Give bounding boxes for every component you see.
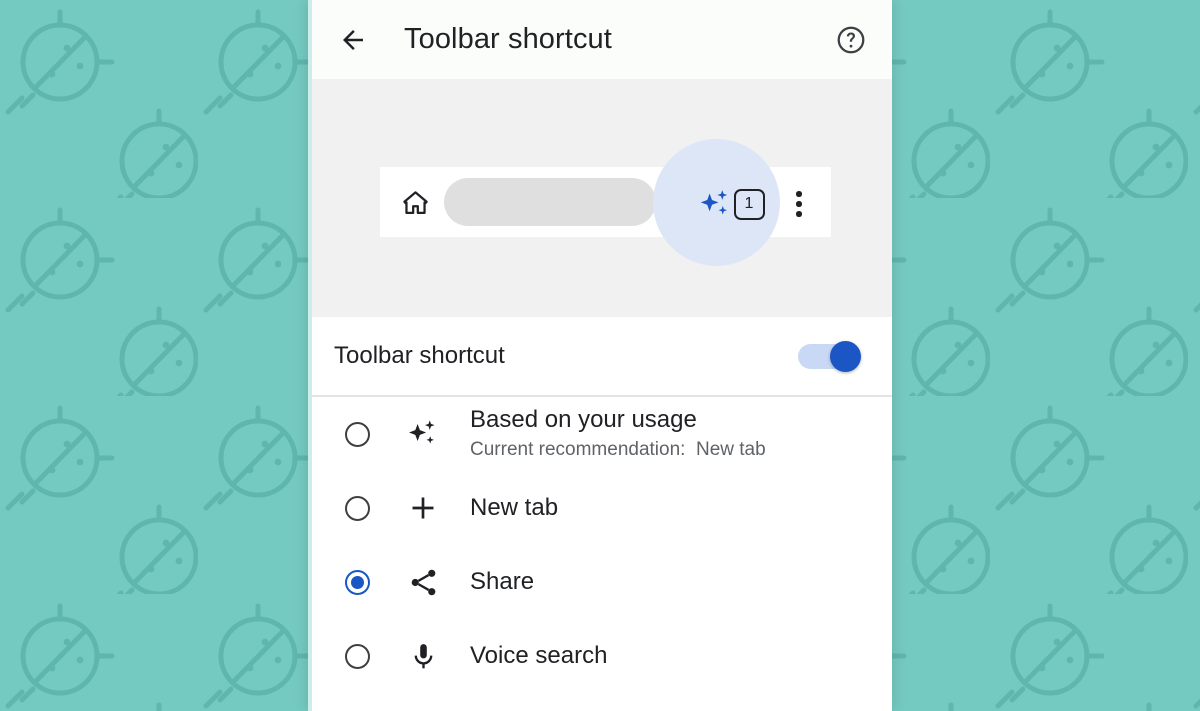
- shortcut-options-list: Based on your usage Current recommendati…: [312, 397, 892, 693]
- radio-button-based-on-usage[interactable]: [341, 418, 373, 450]
- option-row-share[interactable]: Share: [312, 545, 892, 619]
- sparkle-icon: [409, 420, 435, 444]
- radio-button-voice-search[interactable]: [341, 640, 373, 672]
- radio-outer: [344, 569, 370, 595]
- option-title: Voice search: [470, 642, 608, 670]
- toolbar-shortcut-toggle-row[interactable]: Toolbar shortcut: [312, 317, 892, 395]
- phone-screenshot-panel: Toolbar shortcut 1 Toolbar shortcut Base…: [308, 0, 892, 711]
- microphone-icon: [414, 643, 432, 668]
- option-subtitle: Current recommendation: New tab: [470, 438, 766, 460]
- radio-inner: [351, 428, 364, 441]
- radio-inner: [351, 502, 364, 515]
- toolbar-preview-area: 1: [312, 79, 892, 317]
- option-icon-wrapper: [405, 490, 441, 526]
- toolbar-shortcut-toggle-label: Toolbar shortcut: [334, 342, 505, 369]
- option-row-voice-search[interactable]: Voice search: [312, 619, 892, 693]
- help-button[interactable]: [830, 19, 872, 61]
- help-circle-icon: [837, 26, 865, 53]
- radio-inner: [351, 650, 364, 663]
- option-row-new-tab[interactable]: New tab: [312, 471, 892, 545]
- plus-icon: [412, 497, 434, 519]
- option-icon-wrapper: [405, 416, 441, 452]
- url-bar-placeholder[interactable]: [444, 178, 656, 226]
- home-icon: [402, 190, 428, 214]
- toolbar-preview-card: 1: [380, 139, 831, 266]
- toolbar-shortcut-toggle-switch[interactable]: [798, 341, 861, 372]
- toggle-thumb: [830, 341, 861, 372]
- tab-counter[interactable]: 1: [730, 185, 768, 223]
- more-vertical-icon[interactable]: [782, 185, 816, 223]
- menu-dot: [796, 211, 802, 217]
- app-bar: Toolbar shortcut: [312, 0, 892, 79]
- menu-dot: [796, 201, 802, 207]
- share-icon: [411, 569, 435, 595]
- radio-button-share[interactable]: [341, 566, 373, 598]
- option-title: Share: [470, 568, 535, 596]
- screenshot-root: Toolbar shortcut 1 Toolbar shortcut Base…: [0, 0, 1200, 711]
- sparkle-icon: [700, 190, 728, 215]
- tab-counter-value: 1: [733, 188, 765, 220]
- back-button[interactable]: [331, 18, 375, 62]
- arrow-back-icon: [343, 29, 363, 50]
- radio-outer: [344, 643, 370, 669]
- option-title: Based on your usage: [470, 405, 697, 433]
- radio-outer: [344, 495, 370, 521]
- page-title: Toolbar shortcut: [404, 23, 612, 55]
- option-text-block: Based on your usage Current recommendati…: [470, 406, 766, 462]
- option-title: New tab: [470, 494, 559, 522]
- radio-inner: [350, 575, 364, 589]
- option-icon-wrapper: [405, 564, 441, 600]
- option-text-block: New tab: [470, 494, 558, 522]
- radio-outer: [344, 421, 370, 447]
- option-icon-wrapper: [405, 638, 441, 674]
- menu-dot: [796, 191, 802, 197]
- option-text-block: Share: [470, 568, 534, 596]
- option-row-based-on-usage[interactable]: Based on your usage Current recommendati…: [312, 397, 892, 471]
- option-text-block: Voice search: [470, 642, 607, 670]
- home-icon-wrapper: [398, 185, 432, 219]
- radio-button-new-tab[interactable]: [341, 492, 373, 524]
